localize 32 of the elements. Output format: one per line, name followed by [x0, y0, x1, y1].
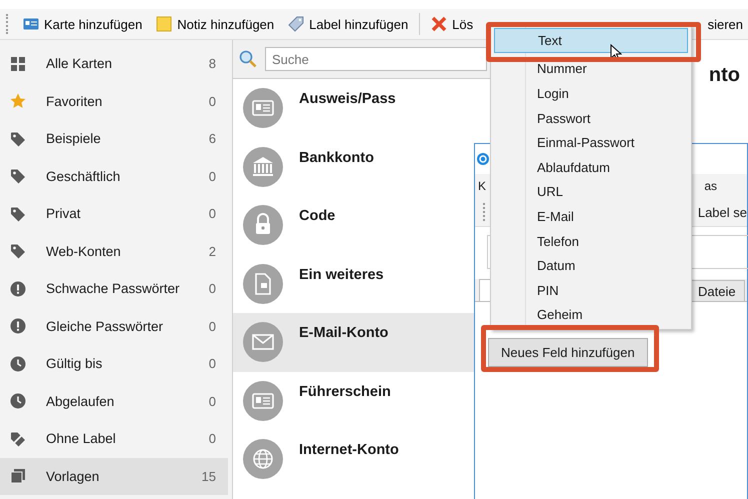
item-count: 0	[208, 394, 216, 409]
item-label: Geschäftlich	[46, 168, 122, 184]
item-label: Abgelaufen	[46, 394, 116, 409]
item-count: 2	[208, 244, 216, 259]
item-label: Gültig bis	[46, 356, 104, 372]
item-label: Favoriten	[46, 94, 104, 109]
item-label: Alle Karten	[46, 56, 114, 72]
item-count: 0	[208, 94, 216, 109]
item-label: Gleiche Passwörter	[46, 318, 164, 334]
item-count: 0	[208, 281, 216, 296]
item-count: 0	[208, 168, 216, 184]
item-label: Schwache Passwörter	[46, 281, 181, 296]
card-title: Code	[299, 208, 336, 224]
card-title: Internet-Konto	[299, 442, 399, 458]
card-title: Führerschein	[299, 384, 391, 400]
card-title: E-Mail-Konto	[299, 325, 388, 341]
item-count: 6	[208, 131, 216, 146]
card-title: Ein weiteres	[299, 266, 384, 282]
card-title: Bankkonto	[299, 150, 374, 166]
item-label: Web-Konten	[46, 244, 122, 259]
card-heading: nto	[708, 64, 740, 87]
item-count: 0	[208, 206, 216, 222]
item-count: 0	[208, 356, 216, 372]
item-label: Ohne Label	[46, 431, 117, 446]
item-label: Vorlagen	[46, 468, 100, 484]
item-count: 0	[208, 431, 216, 446]
item-count: 0	[208, 318, 216, 334]
card-title: Ausweis/Pass	[299, 91, 396, 107]
item-count: 15	[202, 468, 216, 484]
item-count: 8	[208, 56, 216, 72]
item-label: Beispiele	[46, 131, 102, 146]
item-label: Privat	[46, 206, 82, 222]
